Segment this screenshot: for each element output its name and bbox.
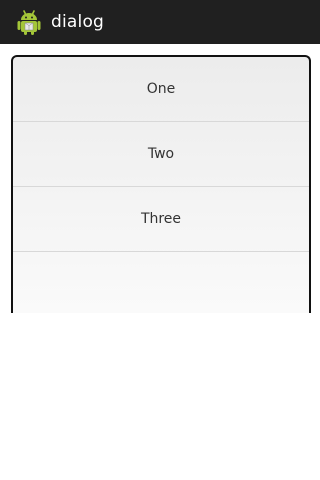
list-dialog: One Two Three — [11, 55, 311, 313]
list-item-two[interactable]: Two — [13, 122, 309, 187]
action-bar: dialog — [0, 0, 320, 44]
list-item-one[interactable]: One — [13, 57, 309, 122]
app-title: dialog — [51, 12, 105, 32]
list-item-label: Two — [147, 146, 175, 162]
list-item-label: One — [146, 81, 176, 97]
list-empty-area — [13, 252, 309, 312]
list-item-three[interactable]: Three — [13, 187, 309, 252]
list-item-label: Three — [140, 211, 182, 227]
android-robot-icon[interactable] — [16, 8, 42, 36]
content-area: One Two Three — [0, 44, 320, 480]
